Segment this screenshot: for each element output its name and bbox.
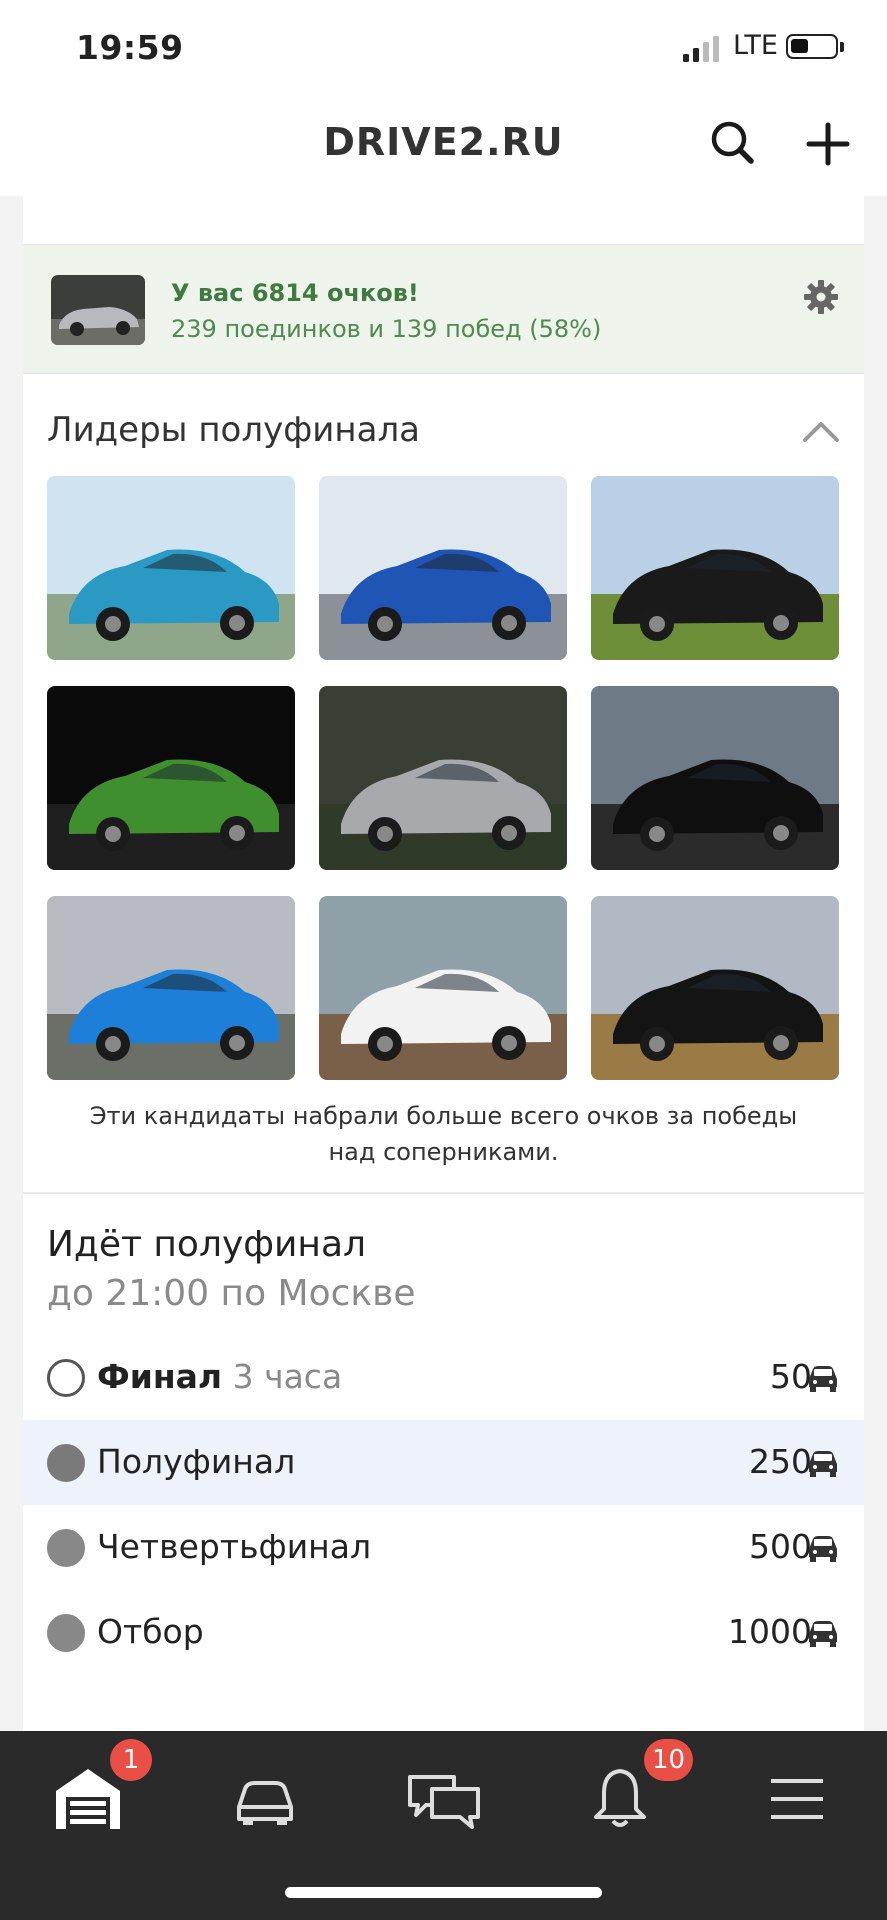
leader-car-photo[interactable] [319,476,567,660]
stage-name: Отбор [97,1612,204,1651]
car-icon [809,1366,837,1392]
semifinal-subtitle: до 21:00 по Москве [47,1273,416,1314]
leader-car-photo[interactable] [47,686,295,870]
leaders-header[interactable]: Лидеры полуфинала [23,374,864,474]
stage-name: Четвертьфинал [97,1527,372,1566]
stage-name: Полуфинал [97,1442,296,1481]
notifications-badge: 10 [644,1739,694,1781]
search-icon[interactable] [705,116,761,172]
gear-icon[interactable] [803,279,839,315]
points-title: У вас 6814 очков! [171,279,419,307]
leaders-grid [23,474,864,1084]
status-time: 19:59 [76,28,184,67]
stage-status-circle [47,1444,85,1482]
stage-status-circle [47,1614,85,1652]
leader-car-photo[interactable] [47,896,295,1080]
car-icon [809,1451,837,1477]
car-icon [809,1621,837,1647]
stage-status-circle [47,1529,85,1567]
plus-icon[interactable] [800,116,856,172]
leader-car-photo[interactable] [591,896,839,1080]
leader-car-photo[interactable] [319,686,567,870]
leaders-note: Эти кандидаты набрали больше всего очков… [23,1084,864,1194]
battery-nub [840,42,844,52]
top-strip [23,196,864,245]
stage-row[interactable]: Финал 3 часа 50 [23,1335,864,1420]
points-subtitle: 239 поединков и 139 побед (58%) [171,315,602,343]
home-indicator [285,1887,602,1898]
leader-car-photo[interactable] [591,476,839,660]
stage-row[interactable]: Четвертьфинал 500 [23,1505,864,1590]
leaders-title: Лидеры полуфинала [47,410,421,450]
stage-list: Финал 3 часа 50 Полуфинал 250 Четвертьфинал 5… [23,1335,864,1675]
status-bar: 19:59 LTE [0,0,887,100]
stage-count: 500 [749,1527,812,1566]
stage-name: Финал 3 часа [97,1357,343,1396]
messages-icon[interactable] [404,1759,484,1839]
car-icon [809,1536,837,1562]
app-header: DRIVE2.RU [0,100,887,196]
menu-icon[interactable] [757,1759,837,1839]
stage-count: 250 [749,1442,812,1481]
leader-car-photo[interactable] [319,896,567,1080]
stage-row[interactable]: Полуфинал 250 [23,1420,864,1505]
car-icon[interactable] [225,1759,305,1839]
semifinal-title: Идёт полуфинал [47,1224,367,1265]
leader-car-photo[interactable] [47,476,295,660]
network-label: LTE [733,30,778,61]
garage-badge: 1 [110,1739,152,1781]
chevron-up-icon[interactable] [801,418,841,444]
content-card: У вас 6814 очков! 239 поединков и 139 по… [23,196,864,1731]
signal-icon [683,36,719,62]
user-car-thumbnail[interactable] [51,275,145,345]
battery-icon [786,34,838,59]
stage-count: 1000 [728,1612,812,1651]
leader-car-photo[interactable] [591,686,839,870]
stage-row[interactable]: Отбор 1000 [23,1590,864,1675]
stage-status-circle [47,1359,85,1397]
points-card[interactable]: У вас 6814 очков! 239 поединков и 139 по… [23,245,864,374]
